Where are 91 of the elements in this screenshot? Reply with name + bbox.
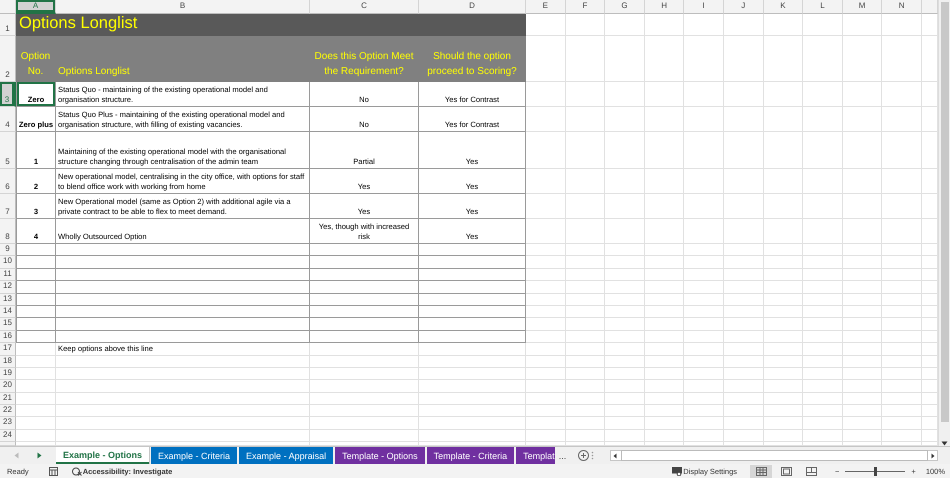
empty-cell[interactable]: [56, 268, 310, 282]
accessibility-icon[interactable]: [72, 466, 82, 476]
column-header[interactable]: [922, 0, 938, 14]
row-number[interactable]: 3: [0, 82, 16, 107]
row-number[interactable]: 13: [0, 294, 16, 306]
column-header[interactable]: J: [724, 0, 764, 14]
row-number[interactable]: 22: [0, 405, 16, 418]
empty-cell[interactable]: [56, 330, 310, 344]
sheet-title: Options Longlist: [16, 14, 526, 36]
page-layout-icon[interactable]: [780, 466, 792, 476]
row-number[interactable]: 19: [0, 368, 16, 380]
column-heading: Does this Option Meet the Requirement?: [310, 36, 419, 82]
row-number[interactable]: 1: [0, 14, 16, 36]
empty-cell[interactable]: [310, 281, 419, 294]
empty-cell[interactable]: [56, 244, 310, 256]
row-number[interactable]: 4: [0, 107, 16, 132]
row-number[interactable]: 10: [0, 256, 16, 269]
empty-cell[interactable]: [56, 256, 310, 269]
row-number[interactable]: 17: [0, 343, 16, 356]
row-number[interactable]: 14: [0, 306, 16, 318]
column-header[interactable]: G: [605, 0, 645, 14]
empty-cell[interactable]: [419, 281, 526, 294]
column-header[interactable]: M: [842, 0, 882, 14]
column-header[interactable]: K: [764, 0, 804, 14]
empty-cell[interactable]: [310, 294, 419, 306]
scroll-right-icon[interactable]: [931, 452, 935, 458]
column-heading: Option No.: [16, 36, 56, 82]
empty-cell[interactable]: [310, 268, 419, 282]
empty-cell[interactable]: [56, 294, 310, 306]
empty-cell[interactable]: [56, 318, 310, 331]
row-header[interactable]: [0, 442, 16, 446]
monitor-gear-icon[interactable]: [672, 466, 684, 476]
sheet-tab[interactable]: Example - Appraisal: [239, 447, 334, 464]
sheet-tab[interactable]: Example - Criteria: [151, 447, 238, 464]
splitter-icon[interactable]: [591, 451, 594, 460]
empty-cell[interactable]: [419, 330, 526, 344]
row-number[interactable]: 8: [0, 219, 16, 244]
more-tabs-button[interactable]: ...: [558, 450, 566, 460]
sheet-tab[interactable]: Template - Criteria: [426, 447, 514, 464]
macro-record-icon[interactable]: [48, 466, 58, 476]
row-number[interactable]: 23: [0, 417, 16, 430]
column-header[interactable]: B: [56, 0, 310, 14]
empty-cell[interactable]: [419, 306, 526, 318]
add-sheet-icon[interactable]: [578, 450, 590, 461]
row-number[interactable]: 12: [0, 281, 16, 294]
column-header[interactable]: H: [644, 0, 684, 14]
row-number[interactable]: 7: [0, 194, 16, 219]
row-number[interactable]: 21: [0, 392, 16, 406]
column-header[interactable]: I: [684, 0, 724, 14]
row-number[interactable]: 15: [0, 318, 16, 331]
empty-cell[interactable]: [310, 256, 419, 269]
column-header[interactable]: E: [526, 0, 566, 14]
column-heading: Options Longlist: [56, 36, 310, 82]
column-header[interactable]: F: [566, 0, 606, 14]
empty-cell[interactable]: [419, 294, 526, 306]
row-number[interactable]: 9: [0, 244, 16, 256]
zoom-slider[interactable]: [845, 466, 906, 476]
empty-cell[interactable]: [310, 244, 419, 256]
column-heading: Should the option proceed to Scoring?: [419, 36, 526, 82]
row-number[interactable]: 24: [0, 430, 16, 442]
sheet-tab[interactable]: Templat: [516, 447, 555, 464]
scroll-left-icon[interactable]: [613, 452, 618, 458]
empty-cell[interactable]: [419, 268, 526, 282]
empty-cell[interactable]: [56, 281, 310, 294]
row-number[interactable]: 5: [0, 132, 16, 169]
column-header[interactable]: D: [419, 0, 526, 14]
page-break-icon[interactable]: [806, 466, 817, 476]
column-header[interactable]: L: [803, 0, 843, 14]
row-number[interactable]: 6: [0, 169, 16, 194]
vertical-scrollbar[interactable]: [938, 0, 950, 446]
row-number[interactable]: 18: [0, 356, 16, 368]
column-header[interactable]: N: [882, 0, 922, 14]
sheet-tab[interactable]: Example - Options: [56, 447, 150, 464]
horizontal-scrollbar[interactable]: [610, 450, 938, 461]
row-number[interactable]: 11: [0, 268, 16, 282]
empty-cell[interactable]: [56, 306, 310, 318]
sheet-tab[interactable]: Template - Options: [335, 447, 425, 464]
column-header[interactable]: A: [16, 0, 56, 14]
select-all-corner[interactable]: [0, 0, 16, 14]
empty-cell[interactable]: [419, 244, 526, 256]
row-number[interactable]: 20: [0, 380, 16, 393]
empty-cell[interactable]: [419, 318, 526, 331]
row-number[interactable]: 16: [0, 330, 16, 344]
empty-cell[interactable]: [310, 306, 419, 318]
row-number[interactable]: 2: [0, 36, 16, 82]
normal-view-icon[interactable]: [756, 466, 767, 476]
empty-cell[interactable]: [310, 330, 419, 344]
empty-cell[interactable]: [419, 256, 526, 269]
slider-thumb[interactable]: [874, 466, 877, 476]
empty-cell[interactable]: [310, 318, 419, 331]
column-header[interactable]: C: [310, 0, 419, 14]
